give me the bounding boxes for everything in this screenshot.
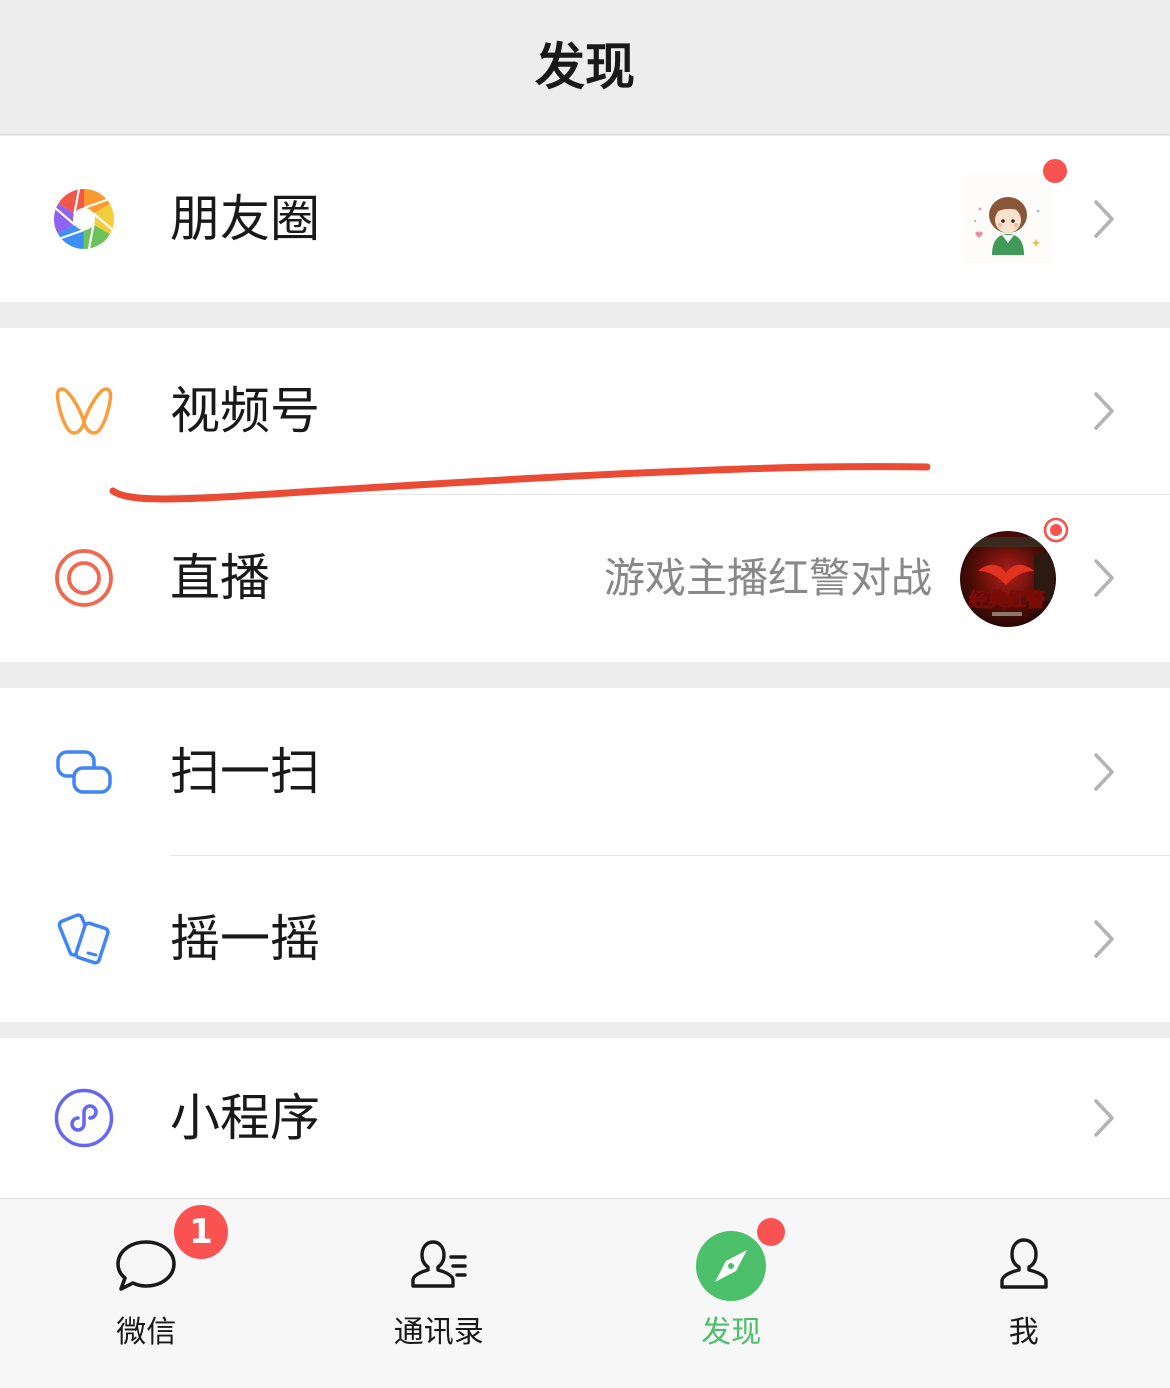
person-icon [988,1230,1060,1302]
tab-me[interactable]: 我 [878,1199,1170,1388]
discover-update-dot [757,1218,785,1246]
tab-label: 通讯录 [393,1315,484,1350]
tab-label: 微信 [116,1315,177,1350]
live-stream-thumbnail: 经典红警 [960,531,1056,627]
menu-item-label: 扫一扫 [170,742,320,801]
menu-item-scan[interactable]: 扫一扫 [0,688,1170,855]
chat-bubble-icon [110,1230,182,1302]
chevron-right-icon [1092,919,1116,959]
contacts-icon [403,1230,475,1302]
menu-item-label: 小程序 [170,1089,320,1147]
menu-item-moments[interactable]: 朋友圈 [0,136,1170,302]
tab-chats[interactable]: 1 微信 [0,1199,293,1388]
menu-item-label: 摇一摇 [170,909,320,968]
compass-icon [695,1230,767,1302]
live-indicator-icon [1041,515,1071,545]
chevron-right-icon [1092,391,1116,431]
tab-label: 发现 [701,1315,762,1350]
mini-program-icon [54,1088,114,1148]
unread-count-badge: 1 [174,1205,228,1259]
thumbnail-logo-text: 经典红警 [969,588,1045,611]
menu-item-live[interactable]: 直播 游戏主播红警对战 经典红警 [0,494,1170,662]
chevron-right-icon [1092,752,1116,792]
live-stream-title: 游戏主播红警对战 [604,554,932,602]
new-update-dot [1043,159,1067,183]
moments-aperture-icon [54,189,114,249]
live-icon [54,548,114,608]
row-divider [170,494,1170,495]
chevron-right-icon [1092,558,1116,598]
menu-item-mini-programs[interactable]: 小程序 [0,1038,1170,1198]
menu-item-label: 视频号 [170,382,320,440]
chevron-right-icon [1092,199,1116,239]
channels-icon [54,381,114,441]
navigation-header: 发现 [0,0,1170,135]
menu-item-shake[interactable]: 摇一摇 [0,855,1170,1022]
menu-item-label: 朋友圈 [170,190,320,248]
bottom-tab-bar: 1 微信 通讯录 发现 我 [0,1198,1170,1388]
shake-icon [54,909,114,969]
menu-item-channels[interactable]: 视频号 [0,328,1170,494]
page-title: 发现 [535,38,635,96]
menu-item-label: 直播 [170,549,270,607]
row-divider [170,855,1170,856]
chevron-right-icon [1092,1098,1116,1138]
scan-icon [54,742,114,802]
moments-friend-avatar [964,175,1052,263]
tab-contacts[interactable]: 通讯录 [293,1199,586,1388]
tab-label: 我 [1008,1315,1039,1350]
tab-discover[interactable]: 发现 [585,1199,878,1388]
